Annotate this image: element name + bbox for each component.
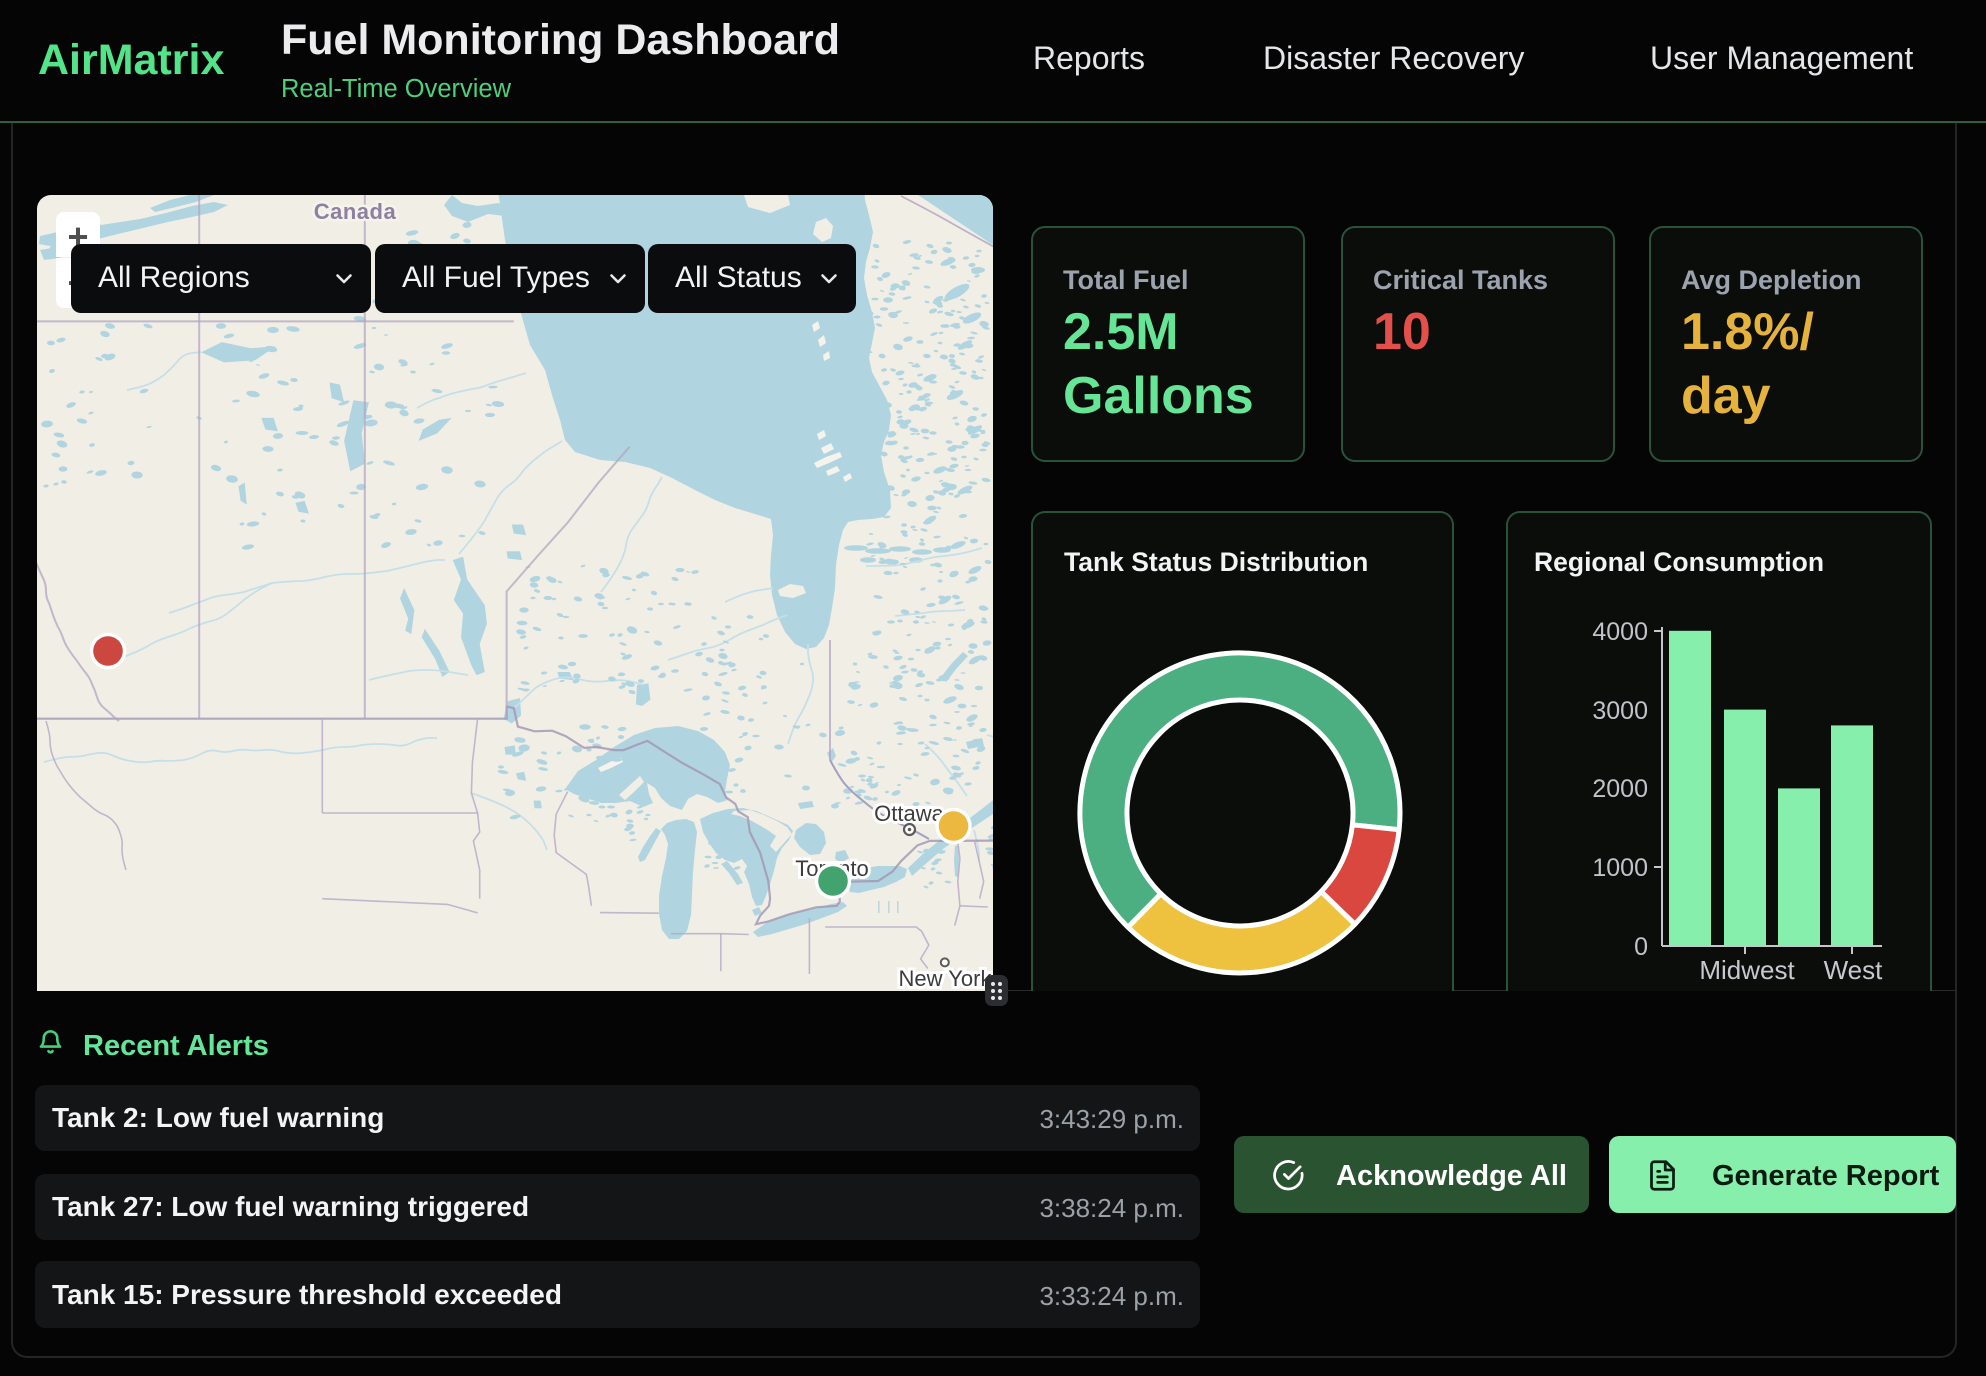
svg-text:Midwest: Midwest	[1699, 955, 1795, 985]
svg-text:4000: 4000	[1592, 618, 1648, 646]
svg-text:3000: 3000	[1592, 697, 1648, 725]
svg-text:Canada: Canada	[314, 199, 397, 224]
svg-text:2000: 2000	[1592, 775, 1648, 803]
svg-text:0: 0	[1634, 933, 1648, 961]
svg-text:1000: 1000	[1592, 854, 1648, 882]
svg-text:West: West	[1824, 955, 1884, 985]
svg-text:New York: New York	[899, 966, 993, 991]
svg-text:Ottawa: Ottawa	[874, 801, 944, 826]
